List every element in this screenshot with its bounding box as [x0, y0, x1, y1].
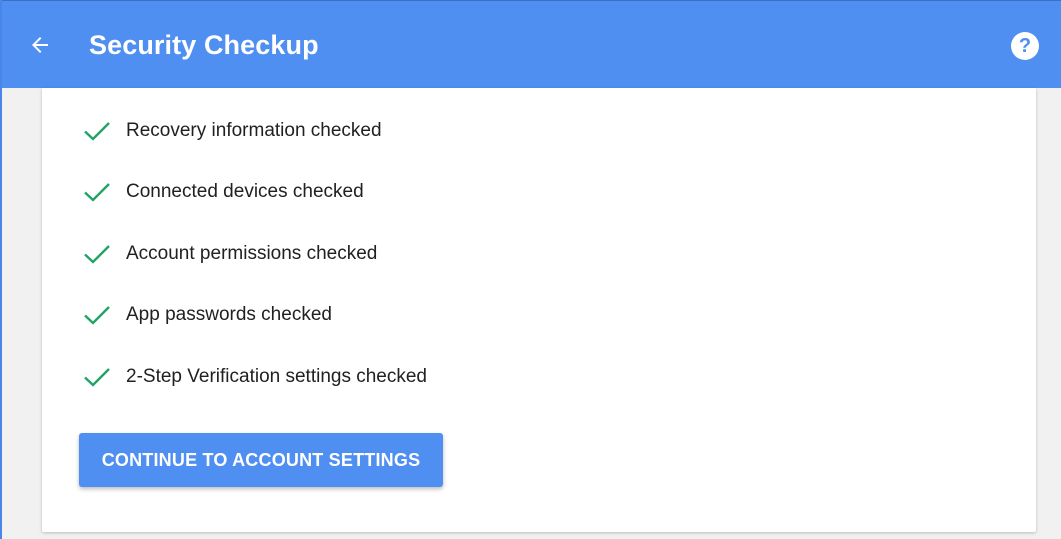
- app-bar: Security Checkup ?: [2, 0, 1061, 88]
- checkmark-icon: [82, 180, 112, 204]
- checkmark-icon: [82, 365, 112, 389]
- list-item: Connected devices checked: [82, 162, 427, 224]
- check-item-label: 2-Step Verification settings checked: [126, 365, 428, 387]
- checkmark-icon: [82, 119, 112, 143]
- arrow-left-icon: [32, 37, 48, 53]
- back-button[interactable]: [22, 27, 58, 63]
- list-item: Recovery information checked: [82, 100, 427, 162]
- check-item-label: Connected devices checked: [126, 181, 364, 203]
- list-item: 2-Step Verification settings checked: [82, 346, 427, 408]
- check-item-label: Recovery information checked: [126, 119, 382, 141]
- list-item: App passwords checked: [82, 285, 427, 347]
- help-button[interactable]: ?: [1011, 32, 1039, 60]
- page-title: Security Checkup: [89, 30, 319, 60]
- help-circle-icon: ?: [1018, 34, 1032, 57]
- checkmark-icon: [82, 303, 112, 327]
- checklist: Recovery information checked Connected d…: [82, 100, 427, 408]
- continue-to-account-settings-button[interactable]: CONTINUE TO ACCOUNT SETTINGS: [79, 433, 443, 487]
- check-item-label: App passwords checked: [126, 304, 332, 326]
- checkmark-icon: [82, 242, 112, 266]
- checkup-card: Recovery information checked Connected d…: [42, 88, 1036, 532]
- list-item: Account permissions checked: [82, 223, 427, 285]
- check-item-label: Account permissions checked: [126, 242, 378, 264]
